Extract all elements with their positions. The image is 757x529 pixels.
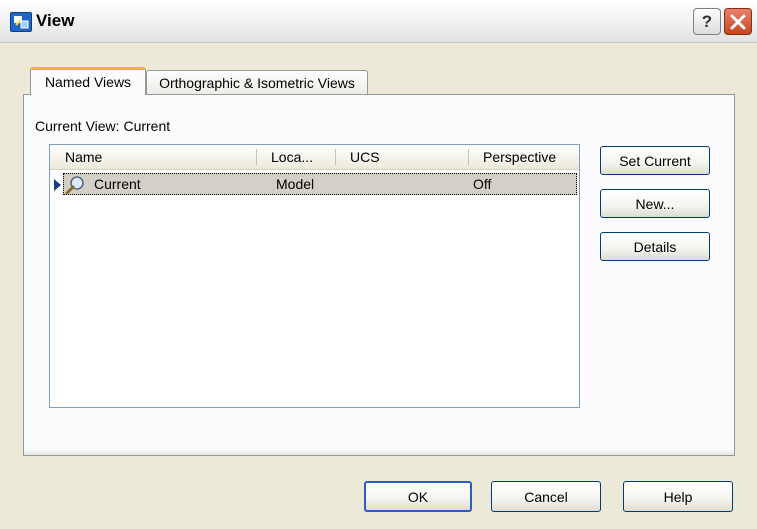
- column-header-location[interactable]: Loca...: [271, 149, 313, 165]
- title-bar[interactable]: View ?: [0, 0, 757, 43]
- help-button[interactable]: Help: [623, 481, 733, 512]
- close-icon: [730, 14, 746, 30]
- tab-label: Orthographic & Isometric Views: [159, 75, 355, 91]
- tab-orthographic-isometric-views[interactable]: Orthographic & Isometric Views: [146, 70, 368, 95]
- column-header-ucs[interactable]: UCS: [350, 149, 380, 165]
- column-divider[interactable]: [468, 149, 469, 165]
- row-name-cell: Current: [94, 176, 141, 192]
- row-location-cell: Model: [276, 176, 315, 192]
- question-mark-icon: ?: [701, 12, 713, 31]
- named-views-list[interactable]: Name Loca... UCS Perspective Current Mod…: [49, 144, 580, 408]
- close-button[interactable]: [724, 8, 752, 35]
- current-view-caption: Current View:: [35, 118, 120, 134]
- view-dialog-icon: [10, 12, 32, 32]
- view-dialog: View ? Named Views Orthographic & Isomet…: [0, 0, 757, 529]
- details-button[interactable]: Details: [600, 232, 710, 261]
- tab-label: Named Views: [44, 74, 132, 90]
- list-header: Name Loca... UCS Perspective: [50, 145, 579, 170]
- current-view-value: Current: [123, 118, 171, 134]
- current-row-pointer-icon: [54, 179, 61, 191]
- tab-named-views[interactable]: Named Views: [30, 67, 146, 95]
- column-divider[interactable]: [256, 149, 257, 165]
- column-divider[interactable]: [335, 149, 336, 165]
- column-header-perspective[interactable]: Perspective: [483, 149, 556, 165]
- row-perspective-cell: Off: [473, 176, 492, 192]
- help-title-button[interactable]: ?: [693, 8, 721, 35]
- window-title: View: [36, 11, 75, 30]
- new-view-button[interactable]: New...: [600, 189, 710, 218]
- set-current-button[interactable]: Set Current: [600, 146, 710, 175]
- table-row[interactable]: Current Model Off: [63, 173, 577, 195]
- magnifier-icon: [65, 176, 84, 195]
- current-view-label: Current View: Current: [35, 118, 170, 134]
- ok-button[interactable]: OK: [364, 481, 472, 512]
- cancel-button[interactable]: Cancel: [491, 481, 601, 512]
- column-header-name[interactable]: Name: [65, 149, 102, 165]
